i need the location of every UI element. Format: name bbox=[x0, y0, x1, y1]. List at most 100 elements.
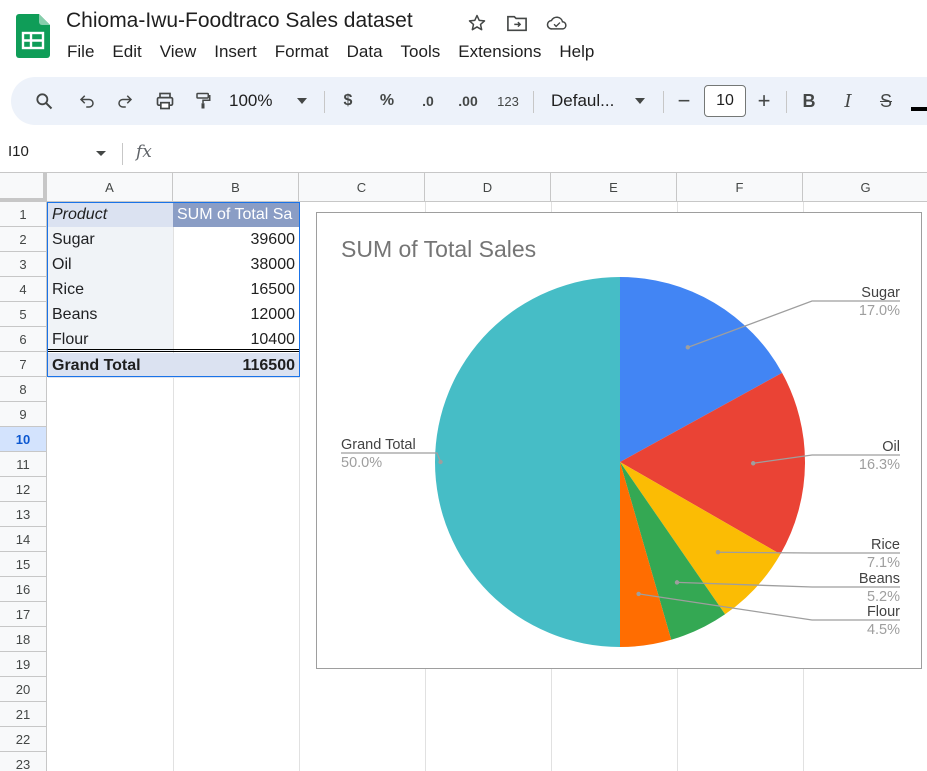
row-header[interactable]: 20 bbox=[0, 677, 47, 702]
row-header[interactable]: 21 bbox=[0, 702, 47, 727]
row-header[interactable]: 13 bbox=[0, 502, 47, 527]
row-header[interactable]: 14 bbox=[0, 527, 47, 552]
decrease-decimal-button[interactable]: .0 bbox=[413, 87, 443, 115]
row-header[interactable]: 22 bbox=[0, 727, 47, 752]
slice-label: Grand Total bbox=[341, 437, 416, 453]
menu-view[interactable]: View bbox=[151, 40, 206, 64]
pie-chart-canvas: SUM of Total Sales Sugar 17.0% Oil 16.3% Ric… bbox=[341, 236, 900, 647]
font-select[interactable]: Defaul... bbox=[551, 87, 627, 115]
menu-file[interactable]: File bbox=[58, 40, 103, 64]
text-color-icon[interactable] bbox=[911, 87, 927, 115]
label-leader-dot bbox=[636, 591, 641, 597]
formula-input[interactable] bbox=[170, 141, 910, 165]
more-formats-button[interactable]: 123 bbox=[493, 87, 523, 115]
row-header[interactable]: 18 bbox=[0, 627, 47, 652]
star-icon[interactable] bbox=[466, 12, 488, 34]
bold-button[interactable]: B bbox=[798, 87, 820, 115]
pivot-header-product[interactable]: Product bbox=[48, 202, 173, 227]
slice-percent-label: 5.2% bbox=[867, 589, 900, 605]
row-header[interactable]: 8 bbox=[0, 377, 47, 402]
pivot-header-value[interactable]: SUM of Total Sa bbox=[173, 202, 299, 227]
pivot-value-cell[interactable]: 38000 bbox=[173, 252, 299, 277]
pivot-product-cell[interactable]: Beans bbox=[48, 302, 173, 327]
redo-icon[interactable] bbox=[111, 87, 139, 115]
row-header[interactable]: 16 bbox=[0, 577, 47, 602]
row-header[interactable]: 1 bbox=[0, 202, 47, 227]
currency-format-button[interactable]: $ bbox=[337, 87, 359, 115]
pivot-product-cell[interactable]: Sugar bbox=[48, 227, 173, 252]
name-box-dropdown-icon[interactable] bbox=[96, 151, 106, 156]
column-header-d[interactable]: D bbox=[425, 173, 551, 202]
pivot-grand-total-value[interactable]: 116500 bbox=[173, 353, 299, 378]
row-header[interactable]: 4 bbox=[0, 277, 47, 302]
menu-format[interactable]: Format bbox=[266, 40, 338, 64]
zoom-dropdown-icon[interactable] bbox=[295, 87, 309, 115]
column-header-e[interactable]: E bbox=[551, 173, 677, 202]
row-header[interactable]: 3 bbox=[0, 252, 47, 277]
print-icon[interactable] bbox=[151, 87, 179, 115]
slice-label: Flour bbox=[867, 604, 900, 620]
row-header[interactable]: 12 bbox=[0, 477, 47, 502]
row-header[interactable]: 5 bbox=[0, 302, 47, 327]
formula-bar-divider bbox=[122, 143, 123, 165]
pie-slices bbox=[435, 277, 805, 647]
pivot-product-cell[interactable]: Oil bbox=[48, 252, 173, 277]
row-header[interactable]: 11 bbox=[0, 452, 47, 477]
slice-label: Sugar bbox=[861, 285, 900, 301]
row-header[interactable]: 19 bbox=[0, 652, 47, 677]
percent-format-button[interactable]: % bbox=[376, 87, 398, 115]
pie-chart[interactable]: SUM of Total Sales Sugar 17.0% Oil 16.3% Ric… bbox=[316, 212, 922, 669]
pivot-value-cell[interactable]: 12000 bbox=[173, 302, 299, 327]
select-all-corner[interactable] bbox=[0, 173, 47, 202]
menu-insert[interactable]: Insert bbox=[205, 40, 266, 64]
cloud-saved-icon[interactable] bbox=[546, 12, 568, 34]
font-size-input[interactable]: 10 bbox=[704, 85, 746, 117]
slice-label: Oil bbox=[882, 439, 900, 455]
row-header[interactable]: 23 bbox=[0, 752, 47, 771]
name-box[interactable]: I10 bbox=[8, 143, 29, 160]
slice-percent-label: 17.0% bbox=[859, 303, 900, 319]
label-leader-dot bbox=[674, 580, 680, 585]
function-icon: fx bbox=[136, 142, 152, 162]
menu-help[interactable]: Help bbox=[550, 40, 603, 64]
row-header[interactable]: 6 bbox=[0, 327, 47, 352]
italic-button[interactable]: I bbox=[837, 87, 859, 115]
row-header[interactable]: 7 bbox=[0, 352, 47, 377]
pivot-value-cell[interactable]: 16500 bbox=[173, 277, 299, 302]
zoom-select[interactable]: 100% bbox=[229, 87, 289, 115]
pie-slice-grand-total[interactable] bbox=[435, 277, 620, 647]
paint-format-icon[interactable] bbox=[189, 87, 217, 115]
menu-tools[interactable]: Tools bbox=[392, 40, 450, 64]
column-header-a[interactable]: A bbox=[47, 173, 173, 202]
menu-data[interactable]: Data bbox=[338, 40, 392, 64]
menu-extensions[interactable]: Extensions bbox=[449, 40, 550, 64]
column-header-b[interactable]: B bbox=[173, 173, 299, 202]
document-title[interactable]: Chioma-Iwu-Foodtraco Sales dataset bbox=[66, 9, 413, 33]
row-header[interactable]: 10 bbox=[0, 427, 47, 452]
move-folder-icon[interactable] bbox=[506, 12, 528, 34]
strikethrough-button[interactable]: S bbox=[875, 87, 897, 115]
toolbar-divider bbox=[663, 91, 664, 113]
undo-icon[interactable] bbox=[73, 87, 101, 115]
toolbar-divider bbox=[324, 91, 325, 113]
row-header[interactable]: 9 bbox=[0, 402, 47, 427]
increase-decimal-button[interactable]: .00 bbox=[451, 87, 485, 115]
search-menus-icon[interactable] bbox=[29, 87, 59, 115]
column-header-c[interactable]: C bbox=[299, 173, 425, 202]
toolbar-divider bbox=[786, 91, 787, 113]
column-header-g[interactable]: G bbox=[803, 173, 927, 202]
column-header-f[interactable]: F bbox=[677, 173, 803, 202]
pivot-product-cell[interactable]: Rice bbox=[48, 277, 173, 302]
pivot-value-cell[interactable]: 39600 bbox=[173, 227, 299, 252]
row-header[interactable]: 15 bbox=[0, 552, 47, 577]
pivot-grand-total-label[interactable]: Grand Total bbox=[48, 353, 173, 378]
menu-edit[interactable]: Edit bbox=[103, 40, 150, 64]
increase-font-size-button[interactable]: + bbox=[753, 87, 775, 115]
chart-title: SUM of Total Sales bbox=[341, 236, 536, 262]
font-dropdown-icon[interactable] bbox=[633, 87, 647, 115]
row-header[interactable]: 17 bbox=[0, 602, 47, 627]
decrease-font-size-button[interactable]: − bbox=[673, 87, 695, 115]
slice-percent-label: 50.0% bbox=[341, 455, 382, 471]
row-header[interactable]: 2 bbox=[0, 227, 47, 252]
label-leader-dot bbox=[750, 461, 756, 466]
